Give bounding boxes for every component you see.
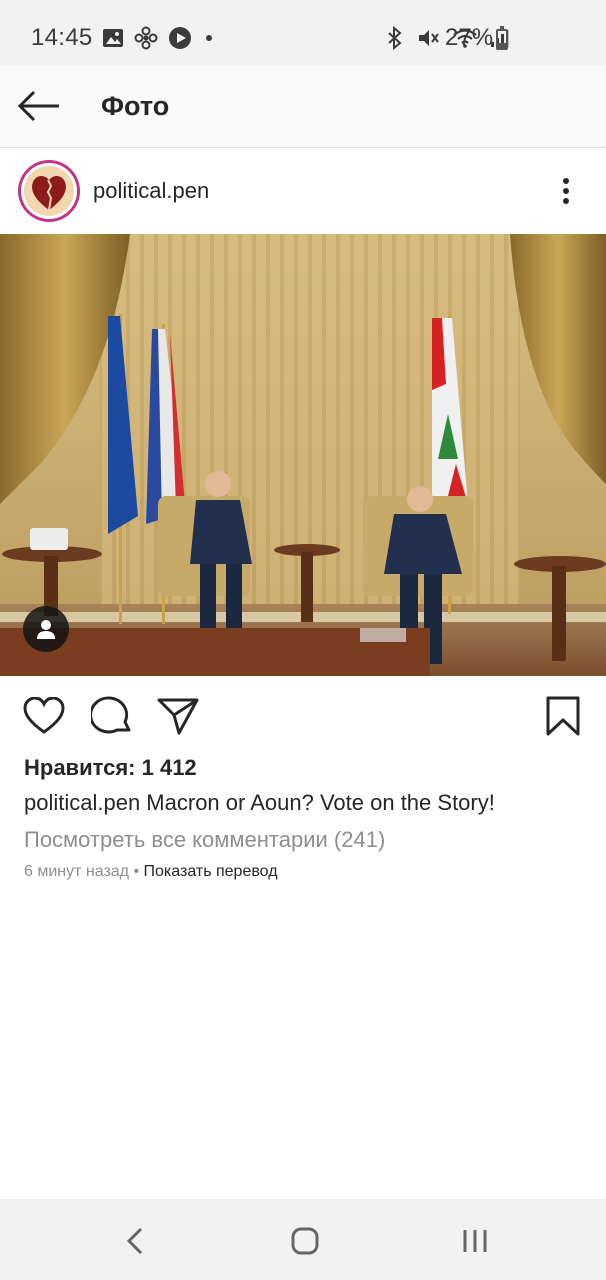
post-photo[interactable] bbox=[0, 234, 606, 676]
show-translation-link[interactable]: Показать перевод bbox=[144, 863, 278, 880]
likes-count[interactable]: Нравится: 1 412 bbox=[24, 755, 197, 781]
send-icon bbox=[157, 698, 199, 735]
avatar-image bbox=[24, 166, 74, 216]
comment-icon bbox=[91, 696, 131, 734]
post-header: political.pen bbox=[0, 148, 606, 234]
image-icon bbox=[103, 29, 123, 47]
status-bar: 14:45 27% bbox=[0, 0, 606, 66]
play-icon bbox=[169, 27, 191, 49]
battery-icon bbox=[496, 26, 508, 50]
mute-icon bbox=[419, 30, 439, 46]
heart-logo-icon bbox=[24, 166, 74, 216]
comment-button[interactable] bbox=[90, 694, 134, 738]
like-button[interactable] bbox=[22, 694, 66, 738]
battery-percentage: 27% bbox=[445, 24, 494, 51]
battery-fill bbox=[498, 43, 506, 48]
back-button[interactable] bbox=[14, 84, 64, 128]
fan-icon bbox=[134, 26, 158, 50]
bookmark-icon bbox=[546, 696, 580, 736]
nav-home-button[interactable] bbox=[283, 1219, 327, 1263]
more-dot bbox=[563, 198, 569, 204]
nav-recents-icon bbox=[463, 1230, 487, 1252]
view-all-comments-link[interactable]: Посмотреть все комментарии (241) bbox=[24, 827, 385, 853]
save-button[interactable] bbox=[541, 694, 585, 738]
nav-home-icon bbox=[291, 1227, 319, 1255]
post-photo-illustration bbox=[0, 234, 606, 676]
post-username[interactable]: political.pen bbox=[93, 178, 209, 204]
app-header: Фото bbox=[0, 66, 606, 148]
person-icon bbox=[37, 620, 55, 639]
system-nav-bar bbox=[0, 1199, 606, 1280]
tag-people-button[interactable] bbox=[23, 606, 69, 652]
post-meta: 6 минут назад • Показать перевод bbox=[24, 863, 278, 881]
status-notification-icons bbox=[102, 26, 216, 50]
dot-icon bbox=[206, 35, 212, 41]
heart-icon bbox=[23, 697, 65, 734]
arrow-left-icon bbox=[17, 90, 59, 122]
page-title: Фото bbox=[101, 91, 170, 121]
share-button[interactable] bbox=[156, 694, 200, 738]
post-caption: political.pen Macron or Aoun? Vote on th… bbox=[24, 790, 495, 816]
caption-username[interactable]: political.pen bbox=[24, 790, 140, 815]
more-dot bbox=[563, 178, 569, 184]
more-options-button[interactable] bbox=[553, 174, 579, 208]
more-dot bbox=[563, 188, 569, 194]
avatar[interactable] bbox=[18, 160, 80, 222]
meta-separator: • bbox=[129, 863, 144, 880]
caption-text: Macron or Aoun? Vote on the Story! bbox=[140, 790, 495, 815]
nav-recents-button[interactable] bbox=[453, 1219, 497, 1263]
post-time: 6 минут назад bbox=[24, 863, 130, 880]
post-actions bbox=[0, 686, 606, 744]
bluetooth-icon bbox=[388, 26, 402, 50]
nav-back-icon bbox=[126, 1227, 143, 1255]
status-time: 14:45 bbox=[31, 24, 93, 51]
nav-back-button[interactable] bbox=[113, 1219, 157, 1263]
